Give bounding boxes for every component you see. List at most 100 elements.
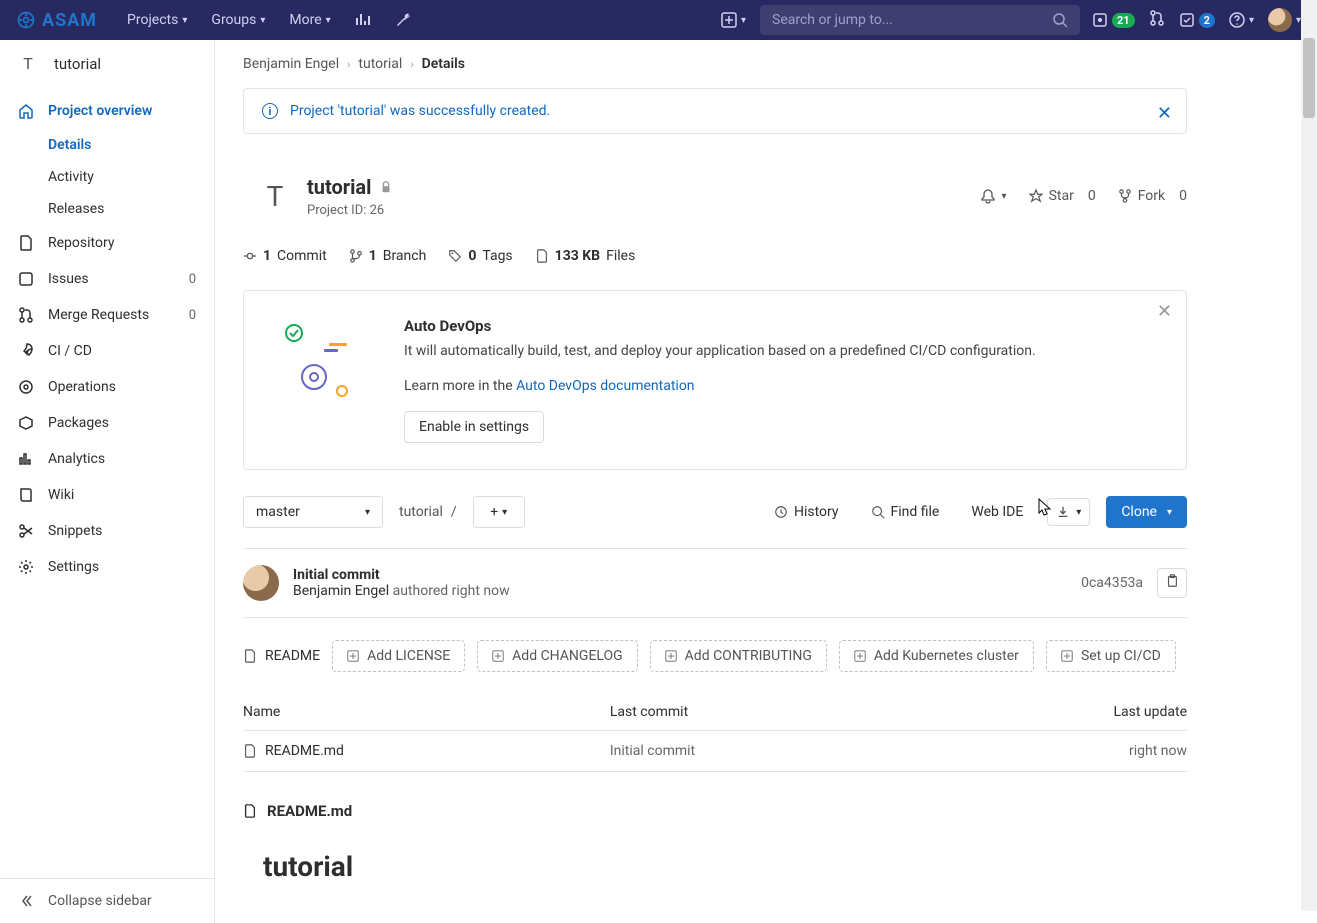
nav-more[interactable]: More▾: [279, 6, 340, 34]
add-k8s-button[interactable]: Add Kubernetes cluster: [839, 640, 1034, 672]
devops-illustration: [274, 315, 384, 405]
sidebar: T tutorial Project overview Details Acti…: [0, 40, 215, 923]
plus-box-icon: [665, 650, 677, 662]
sidebar-item-details[interactable]: Details: [48, 129, 214, 161]
devops-title: Auto DevOps: [404, 317, 1158, 335]
sidebar-item-settings[interactable]: Settings: [0, 549, 214, 585]
info-icon: i: [262, 103, 278, 119]
new-dropdown[interactable]: ▾: [721, 12, 746, 28]
sidebar-item-issues[interactable]: Issues 0: [0, 261, 214, 297]
enable-devops-button[interactable]: Enable in settings: [404, 411, 544, 443]
sidebar-item-activity[interactable]: Activity: [48, 161, 214, 193]
commit-sha[interactable]: 0ca4353a: [1081, 575, 1143, 591]
stat-files[interactable]: 133 KBFiles: [535, 248, 636, 264]
clone-button[interactable]: Clone▾: [1106, 496, 1187, 528]
collapse-sidebar[interactable]: Collapse sidebar: [0, 878, 214, 923]
nav-activity-icon[interactable]: [345, 6, 381, 34]
add-file-dropdown[interactable]: +▾: [473, 496, 525, 528]
add-changelog-button[interactable]: Add CHANGELOG: [477, 640, 638, 672]
breadcrumb-project[interactable]: tutorial: [358, 56, 402, 72]
todos-badge: 2: [1199, 13, 1215, 28]
star-button[interactable]: Star 0: [1029, 188, 1096, 204]
home-icon: [18, 103, 34, 119]
logo-text: ASAM: [42, 10, 97, 31]
sidebar-item-snippets[interactable]: Snippets: [0, 513, 214, 549]
readme-link[interactable]: README: [243, 640, 320, 672]
rocket-icon: [18, 343, 34, 359]
chevron-right-icon: ›: [410, 58, 413, 71]
chevron-down-icon: ▾: [1002, 191, 1007, 202]
stat-branches[interactable]: 1Branch: [349, 248, 427, 264]
branch-dropdown[interactable]: master▾: [243, 496, 383, 528]
flash-text: Project 'tutorial' was successfully crea…: [290, 103, 550, 119]
copy-sha-button[interactable]: [1157, 568, 1187, 598]
add-license-button[interactable]: Add LICENSE: [332, 640, 465, 672]
breadcrumb-path: tutorial/: [399, 504, 457, 520]
notification-dropdown[interactable]: ▾: [980, 188, 1007, 204]
todos-link[interactable]: 2: [1179, 12, 1215, 28]
nav-projects[interactable]: Projects▾: [117, 6, 197, 34]
sidebar-item-repository[interactable]: Repository: [0, 225, 214, 261]
stat-tags[interactable]: 0Tags: [448, 248, 512, 264]
bell-icon: [980, 188, 996, 204]
merge-request-icon: [18, 307, 34, 323]
sidebar-item-analytics[interactable]: Analytics: [0, 441, 214, 477]
search-input[interactable]: [772, 12, 1052, 28]
sidebar-item-overview[interactable]: Project overview: [0, 93, 214, 129]
sidebar-item-operations[interactable]: Operations: [0, 369, 214, 405]
auto-devops-banner: ✕ Auto DevOps It will automatically buil…: [243, 290, 1187, 470]
table-row[interactable]: README.md Initial commit right now: [243, 731, 1187, 772]
merge-requests-link[interactable]: [1149, 10, 1165, 30]
project-id: Project ID: 26: [307, 203, 393, 218]
download-dropdown[interactable]: ▾: [1047, 498, 1090, 526]
project-name: tutorial: [54, 55, 101, 73]
plus-icon: +: [490, 504, 498, 520]
quick-actions: README Add LICENSE Add CHANGELOG Add CON…: [243, 640, 1187, 672]
search-box[interactable]: [760, 5, 1080, 35]
project-stats: 1Commit 1Branch 0Tags 133 KBFiles: [243, 248, 1187, 264]
user-menu[interactable]: ▾: [1268, 8, 1301, 32]
close-icon[interactable]: ✕: [1157, 103, 1172, 124]
chevron-down-icon: ▾: [1249, 15, 1254, 26]
breadcrumb: Benjamin Engel › tutorial › Details: [215, 40, 1317, 88]
nav-groups[interactable]: Groups▾: [201, 6, 275, 34]
topbar: ASAM Projects▾ Groups▾ More▾ ▾ 21 2 ▾: [0, 0, 1317, 40]
issues-link[interactable]: 21: [1092, 12, 1135, 28]
logo[interactable]: ASAM: [16, 10, 97, 31]
scrollbar-thumb[interactable]: [1303, 38, 1315, 118]
devops-body: It will automatically build, test, and d…: [404, 341, 1158, 362]
scrollbar[interactable]: [1301, 0, 1317, 911]
project-title: tutorial: [307, 175, 393, 199]
sidebar-context[interactable]: T tutorial: [0, 40, 214, 87]
nav-admin-icon[interactable]: [385, 6, 421, 34]
stat-commits[interactable]: 1Commit: [243, 248, 327, 264]
sidebar-item-merge-requests[interactable]: Merge Requests 0: [0, 297, 214, 333]
devops-doc-link[interactable]: Auto DevOps documentation: [516, 378, 694, 394]
history-button[interactable]: History: [766, 498, 847, 526]
doc-icon: [18, 235, 34, 251]
web-ide-button[interactable]: Web IDE: [963, 498, 1031, 526]
commit-message[interactable]: Initial commit: [293, 567, 510, 583]
search-icon: [871, 505, 885, 519]
breadcrumb-user[interactable]: Benjamin Engel: [243, 56, 339, 72]
sidebar-item-cicd[interactable]: CI / CD: [0, 333, 214, 369]
analytics-icon: [18, 451, 34, 467]
setup-cicd-button[interactable]: Set up CI/CD: [1046, 640, 1176, 672]
file-table: Name Last commit Last update README.md I…: [243, 694, 1187, 772]
fork-button[interactable]: Fork 0: [1118, 188, 1187, 204]
sidebar-item-packages[interactable]: Packages: [0, 405, 214, 441]
chevron-down-icon: ▾: [365, 507, 370, 518]
commit-author-line: Benjamin Engel authored right now: [293, 583, 510, 599]
sidebar-item-releases[interactable]: Releases: [48, 193, 214, 225]
star-icon: [1029, 189, 1043, 203]
book-icon: [18, 487, 34, 503]
sidebar-item-wiki[interactable]: Wiki: [0, 477, 214, 513]
chevron-down-icon: ▾: [741, 15, 746, 26]
flash-message: i Project 'tutorial' was successfully cr…: [243, 88, 1187, 134]
help-link[interactable]: ▾: [1229, 12, 1254, 28]
find-file-button[interactable]: Find file: [863, 498, 948, 526]
add-contributing-button[interactable]: Add CONTRIBUTING: [650, 640, 827, 672]
close-icon[interactable]: ✕: [1157, 301, 1172, 322]
operations-icon: [18, 379, 34, 395]
search-icon: [1052, 12, 1068, 28]
